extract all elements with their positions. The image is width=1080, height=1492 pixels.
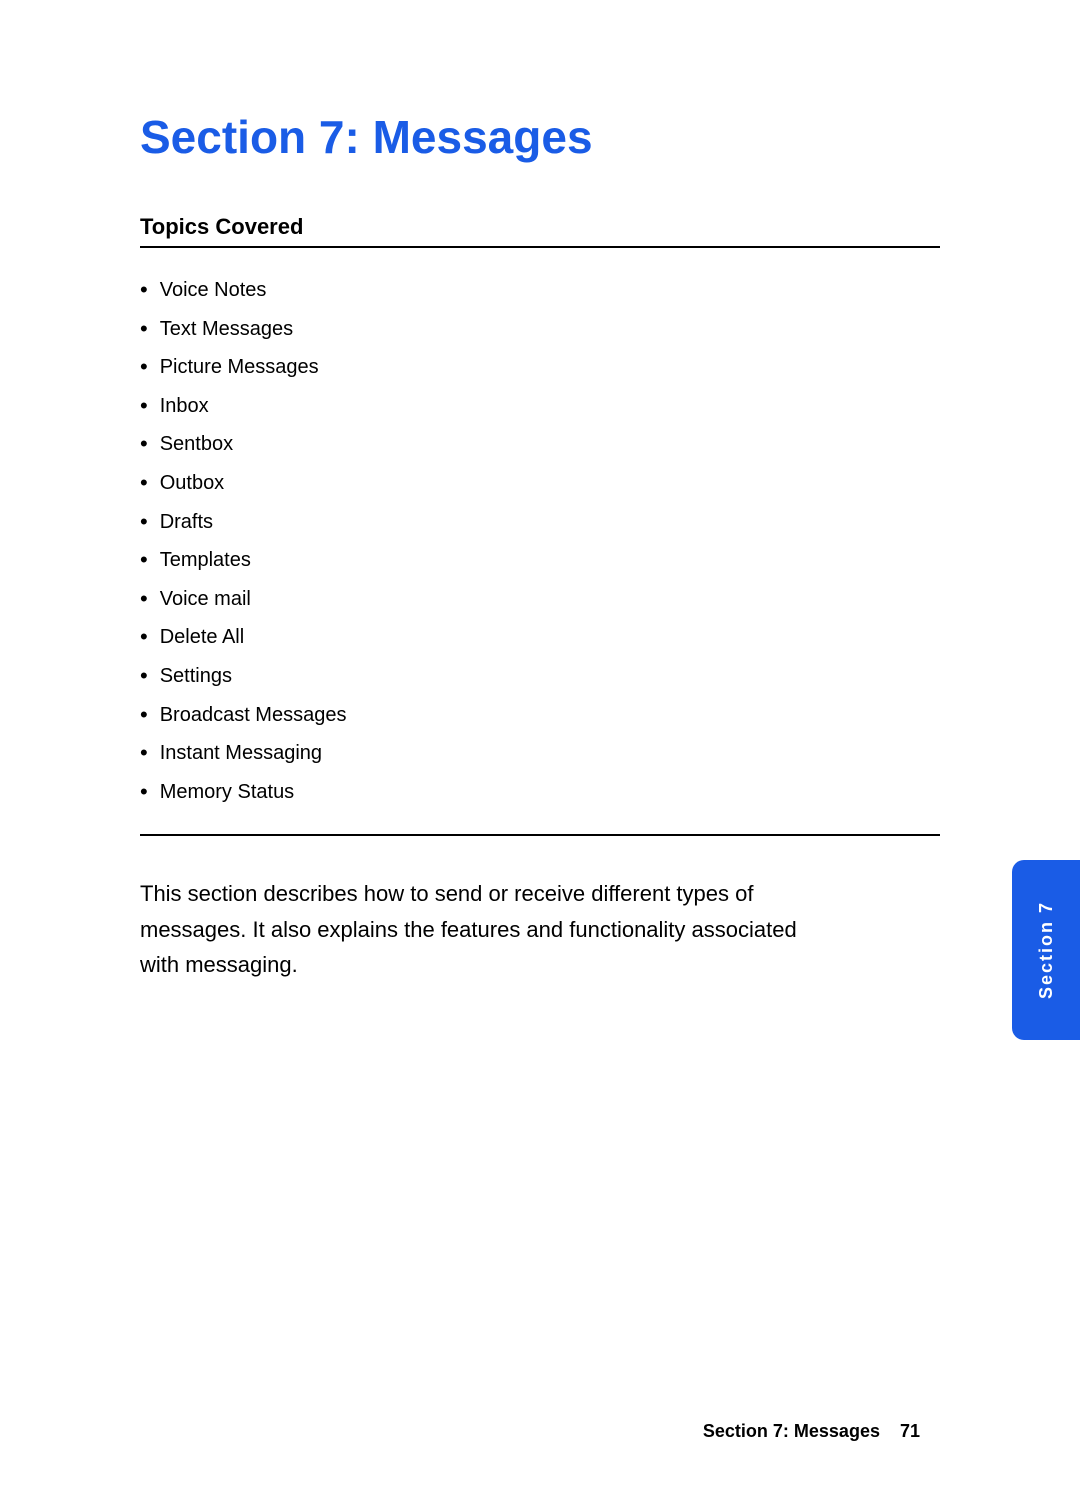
list-item-text: Text Messages: [160, 315, 293, 343]
bullet-icon: •: [140, 585, 148, 614]
bullet-icon: •: [140, 778, 148, 807]
bullet-icon: •: [140, 469, 148, 498]
list-item-text: Memory Status: [160, 778, 294, 806]
list-item: • Outbox: [140, 469, 940, 498]
list-item: • Voice Notes: [140, 276, 940, 305]
page-container: Section 7: Messages Topics Covered • Voic…: [0, 0, 1080, 1492]
section-tab: Section 7: [1012, 860, 1080, 1040]
list-item-text: Voice mail: [160, 585, 251, 613]
bullet-icon: •: [140, 392, 148, 421]
list-item: • Inbox: [140, 392, 940, 421]
bullet-icon: •: [140, 701, 148, 730]
footer: Section 7: Messages 71: [140, 1421, 1080, 1442]
bullet-icon: •: [140, 430, 148, 459]
list-item-text: Inbox: [160, 392, 209, 420]
list-item: • Instant Messaging: [140, 739, 940, 768]
list-item-text: Delete All: [160, 623, 245, 651]
divider-bottom: [140, 834, 940, 836]
list-item: • Delete All: [140, 623, 940, 652]
list-item: • Broadcast Messages: [140, 701, 940, 730]
bullet-icon: •: [140, 546, 148, 575]
divider-top: [140, 246, 940, 248]
bullet-icon: •: [140, 739, 148, 768]
bullet-icon: •: [140, 276, 148, 305]
list-item-text: Voice Notes: [160, 276, 267, 304]
bullet-icon: •: [140, 315, 148, 344]
footer-page-number: 71: [900, 1421, 920, 1442]
list-item: • Drafts: [140, 508, 940, 537]
list-item-text: Drafts: [160, 508, 213, 536]
list-item: • Sentbox: [140, 430, 940, 459]
list-item-text: Broadcast Messages: [160, 701, 347, 729]
list-item-text: Templates: [160, 546, 251, 574]
list-item: • Memory Status: [140, 778, 940, 807]
bullet-icon: •: [140, 662, 148, 691]
bullet-icon: •: [140, 508, 148, 537]
description-text: This section describes how to send or re…: [140, 876, 840, 982]
bullet-icon: •: [140, 623, 148, 652]
list-item-text: Picture Messages: [160, 353, 319, 381]
list-item: • Templates: [140, 546, 940, 575]
list-item-text: Instant Messaging: [160, 739, 322, 767]
list-item-text: Sentbox: [160, 430, 233, 458]
list-item: • Settings: [140, 662, 940, 691]
list-item: • Text Messages: [140, 315, 940, 344]
bullet-icon: •: [140, 353, 148, 382]
list-item-text: Outbox: [160, 469, 224, 497]
section-tab-label: Section 7: [1036, 901, 1057, 999]
list-item: • Picture Messages: [140, 353, 940, 382]
list-item-text: Settings: [160, 662, 232, 690]
topics-covered-heading: Topics Covered: [140, 214, 940, 240]
list-item: • Voice mail: [140, 585, 940, 614]
footer-label: Section 7: Messages: [703, 1421, 880, 1442]
section-title: Section 7: Messages: [140, 110, 940, 164]
topics-list: • Voice Notes • Text Messages • Picture Messa…: [140, 276, 940, 806]
